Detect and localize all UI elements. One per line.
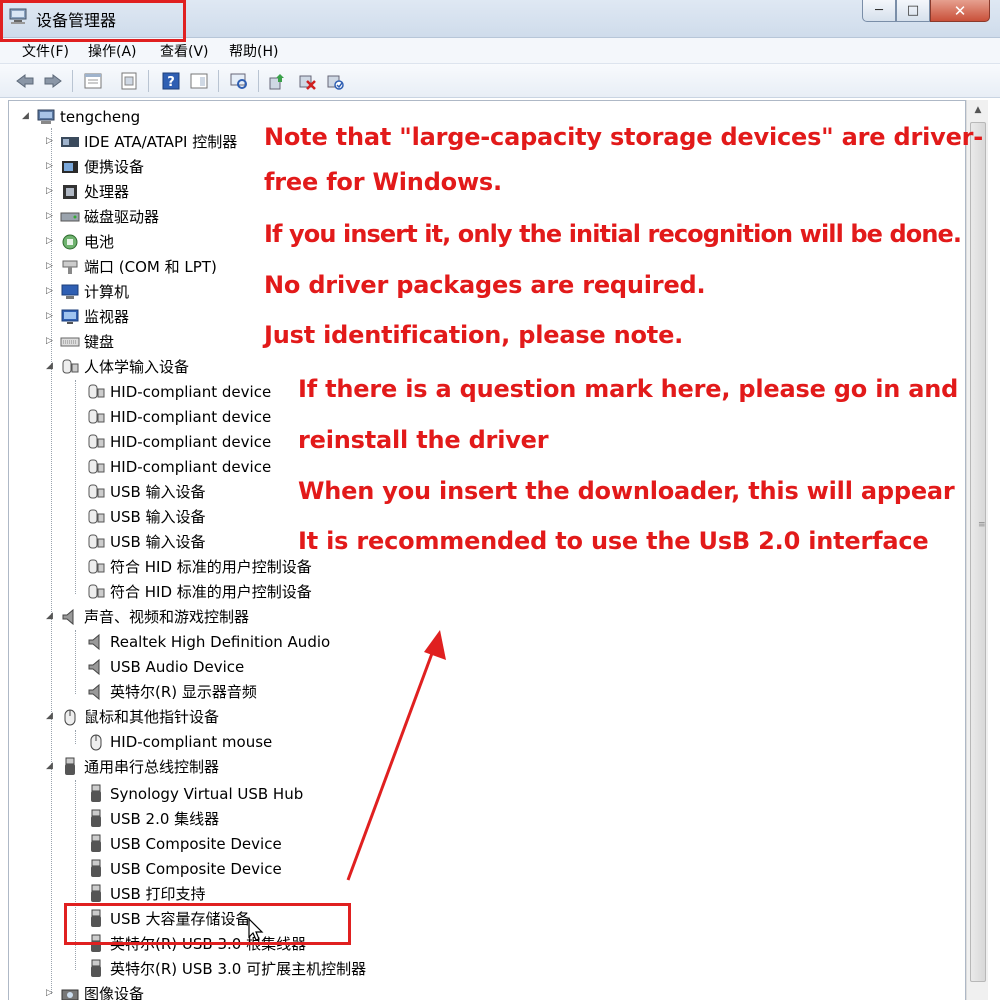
annotation-line-6: If there is a question mark here, please… — [298, 375, 959, 403]
annotation-line-1: Note that "large-capacity storage device… — [264, 123, 984, 151]
annotation-line-4: No driver packages are required. — [264, 271, 706, 299]
annotation-line-5: Just identification, please note. — [264, 321, 684, 349]
annotation-line-8: When you insert the downloader, this wil… — [298, 477, 955, 505]
annotation-line-2: free for Windows. — [264, 168, 502, 196]
annotation-line-7: reinstall the driver — [298, 426, 549, 454]
annotation-line-9: It is recommended to use the UsB 2.0 int… — [298, 527, 929, 555]
annotation-line-3: If you insert it, only the initial recog… — [264, 220, 962, 248]
